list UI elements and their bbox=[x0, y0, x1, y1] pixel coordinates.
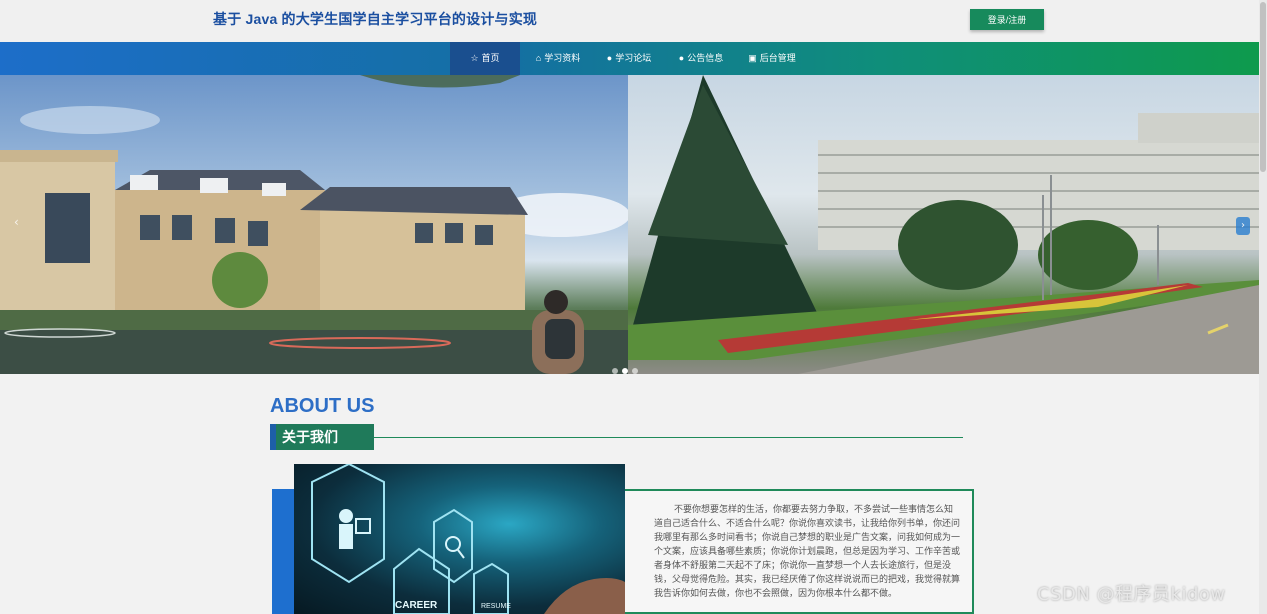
nav-item-label: 学习论坛 bbox=[615, 53, 652, 63]
banner-carousel[interactable]: ‹ › bbox=[0, 75, 1259, 374]
watermark: CSDN @程序员kidow bbox=[1037, 584, 1226, 605]
nav-item-study-materials[interactable]: ⌂ 学习资料 bbox=[525, 42, 591, 75]
carousel-next-arrow[interactable]: › bbox=[1236, 217, 1250, 235]
career-label: CAREER bbox=[395, 600, 438, 611]
scrollbar-thumb[interactable] bbox=[1260, 2, 1266, 172]
resume-label: RESUME bbox=[481, 603, 511, 610]
top-header: 基于 Java 的大学生国学自主学习平台的设计与实现 登录/注册 bbox=[0, 0, 1259, 42]
nav-item-home[interactable]: ☆ 首页 bbox=[450, 42, 520, 75]
nav-item-label: 学习资料 bbox=[544, 53, 581, 63]
carousel-dot[interactable] bbox=[622, 368, 628, 374]
campus-road-slide bbox=[628, 75, 1259, 374]
carousel-dot[interactable] bbox=[612, 368, 618, 374]
about-title-en: ABOUT US bbox=[270, 395, 375, 417]
about-accent-bar bbox=[272, 489, 294, 614]
carousel-dot[interactable] bbox=[632, 368, 638, 374]
about-description: 不要你想要怎样的生活，你都要去努力争取，不多尝试一些事情怎么知道自己适合什么、不… bbox=[654, 505, 961, 599]
lock-icon: ⌂ bbox=[535, 53, 542, 63]
circle-icon: ● bbox=[606, 53, 613, 63]
box-icon: ▣ bbox=[748, 53, 757, 63]
career-hexagon-illustration: CAREER RESUME bbox=[311, 464, 625, 614]
main-nav: ☆ 首页 ⌂ 学习资料 ● 学习论坛 ● 公告信息 ▣ 后台管理 bbox=[0, 42, 1259, 75]
nav-item-label: 后台管理 bbox=[759, 53, 796, 63]
about-image: CAREER RESUME bbox=[294, 464, 625, 614]
nav-item-label: 首页 bbox=[481, 53, 500, 63]
nav-item-admin[interactable]: ▣ 后台管理 bbox=[740, 42, 804, 75]
site-title: 基于 Java 的大学生国学自主学习平台的设计与实现 bbox=[213, 11, 538, 27]
nav-item-announcements[interactable]: ● 公告信息 bbox=[668, 42, 734, 75]
carousel-dots bbox=[612, 359, 642, 374]
about-title-cn: 关于我们 bbox=[270, 424, 374, 450]
about-divider bbox=[374, 437, 963, 438]
campus-road-illustration bbox=[628, 75, 1259, 374]
campus-building-illustration bbox=[0, 75, 628, 374]
login-register-button[interactable]: 登录/注册 bbox=[970, 9, 1044, 30]
carousel-prev-arrow[interactable]: ‹ bbox=[14, 215, 19, 229]
nav-item-forum[interactable]: ● 学习论坛 bbox=[596, 42, 662, 75]
nav-item-label: 公告信息 bbox=[687, 53, 724, 63]
circle-icon: ● bbox=[678, 53, 685, 63]
star-icon: ☆ bbox=[470, 53, 479, 63]
campus-building-slide: ‹ bbox=[0, 75, 628, 374]
